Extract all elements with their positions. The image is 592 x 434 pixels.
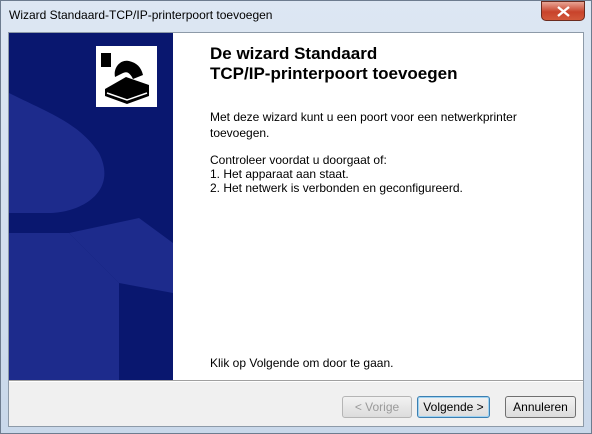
- continue-hint: Klik op Volgende om door te gaan.: [210, 356, 394, 370]
- back-button[interactable]: < Vorige: [342, 396, 412, 418]
- window-title: Wizard Standaard-TCP/IP-printerpoort toe…: [9, 8, 273, 22]
- close-icon: [557, 6, 570, 17]
- page-title: De wizard Standaard TCP/IP-printerpoort …: [210, 44, 457, 84]
- wizard-body: De wizard Standaard TCP/IP-printerpoort …: [8, 32, 584, 427]
- page-title-line2: TCP/IP-printerpoort toevoegen: [210, 64, 458, 83]
- prerequisite-item: 2. Het netwerk is verbonden en geconfigu…: [210, 181, 463, 195]
- sidebar-artwork: [9, 46, 173, 380]
- prerequisites-title: Controleer voordat u doorgaat of:: [210, 153, 387, 167]
- title-bar[interactable]: Wizard Standaard-TCP/IP-printerpoort toe…: [1, 1, 591, 31]
- printer-icon: [96, 46, 157, 107]
- prerequisites: Controleer voordat u doorgaat of: 1. Het…: [210, 153, 463, 195]
- divider: [9, 380, 583, 382]
- wizard-content: De wizard Standaard TCP/IP-printerpoort …: [173, 33, 583, 380]
- cancel-button[interactable]: Annuleren: [505, 396, 576, 418]
- wizard-window: Wizard Standaard-TCP/IP-printerpoort toe…: [0, 0, 592, 434]
- intro-text: Met deze wizard kunt u een poort voor ee…: [210, 110, 517, 140]
- wizard-sidebar: [9, 33, 173, 380]
- close-button[interactable]: [541, 1, 585, 21]
- page-title-line1: De wizard Standaard: [210, 44, 378, 63]
- next-button[interactable]: Volgende >: [417, 396, 490, 418]
- prerequisite-item: 1. Het apparaat aan staat.: [210, 167, 349, 181]
